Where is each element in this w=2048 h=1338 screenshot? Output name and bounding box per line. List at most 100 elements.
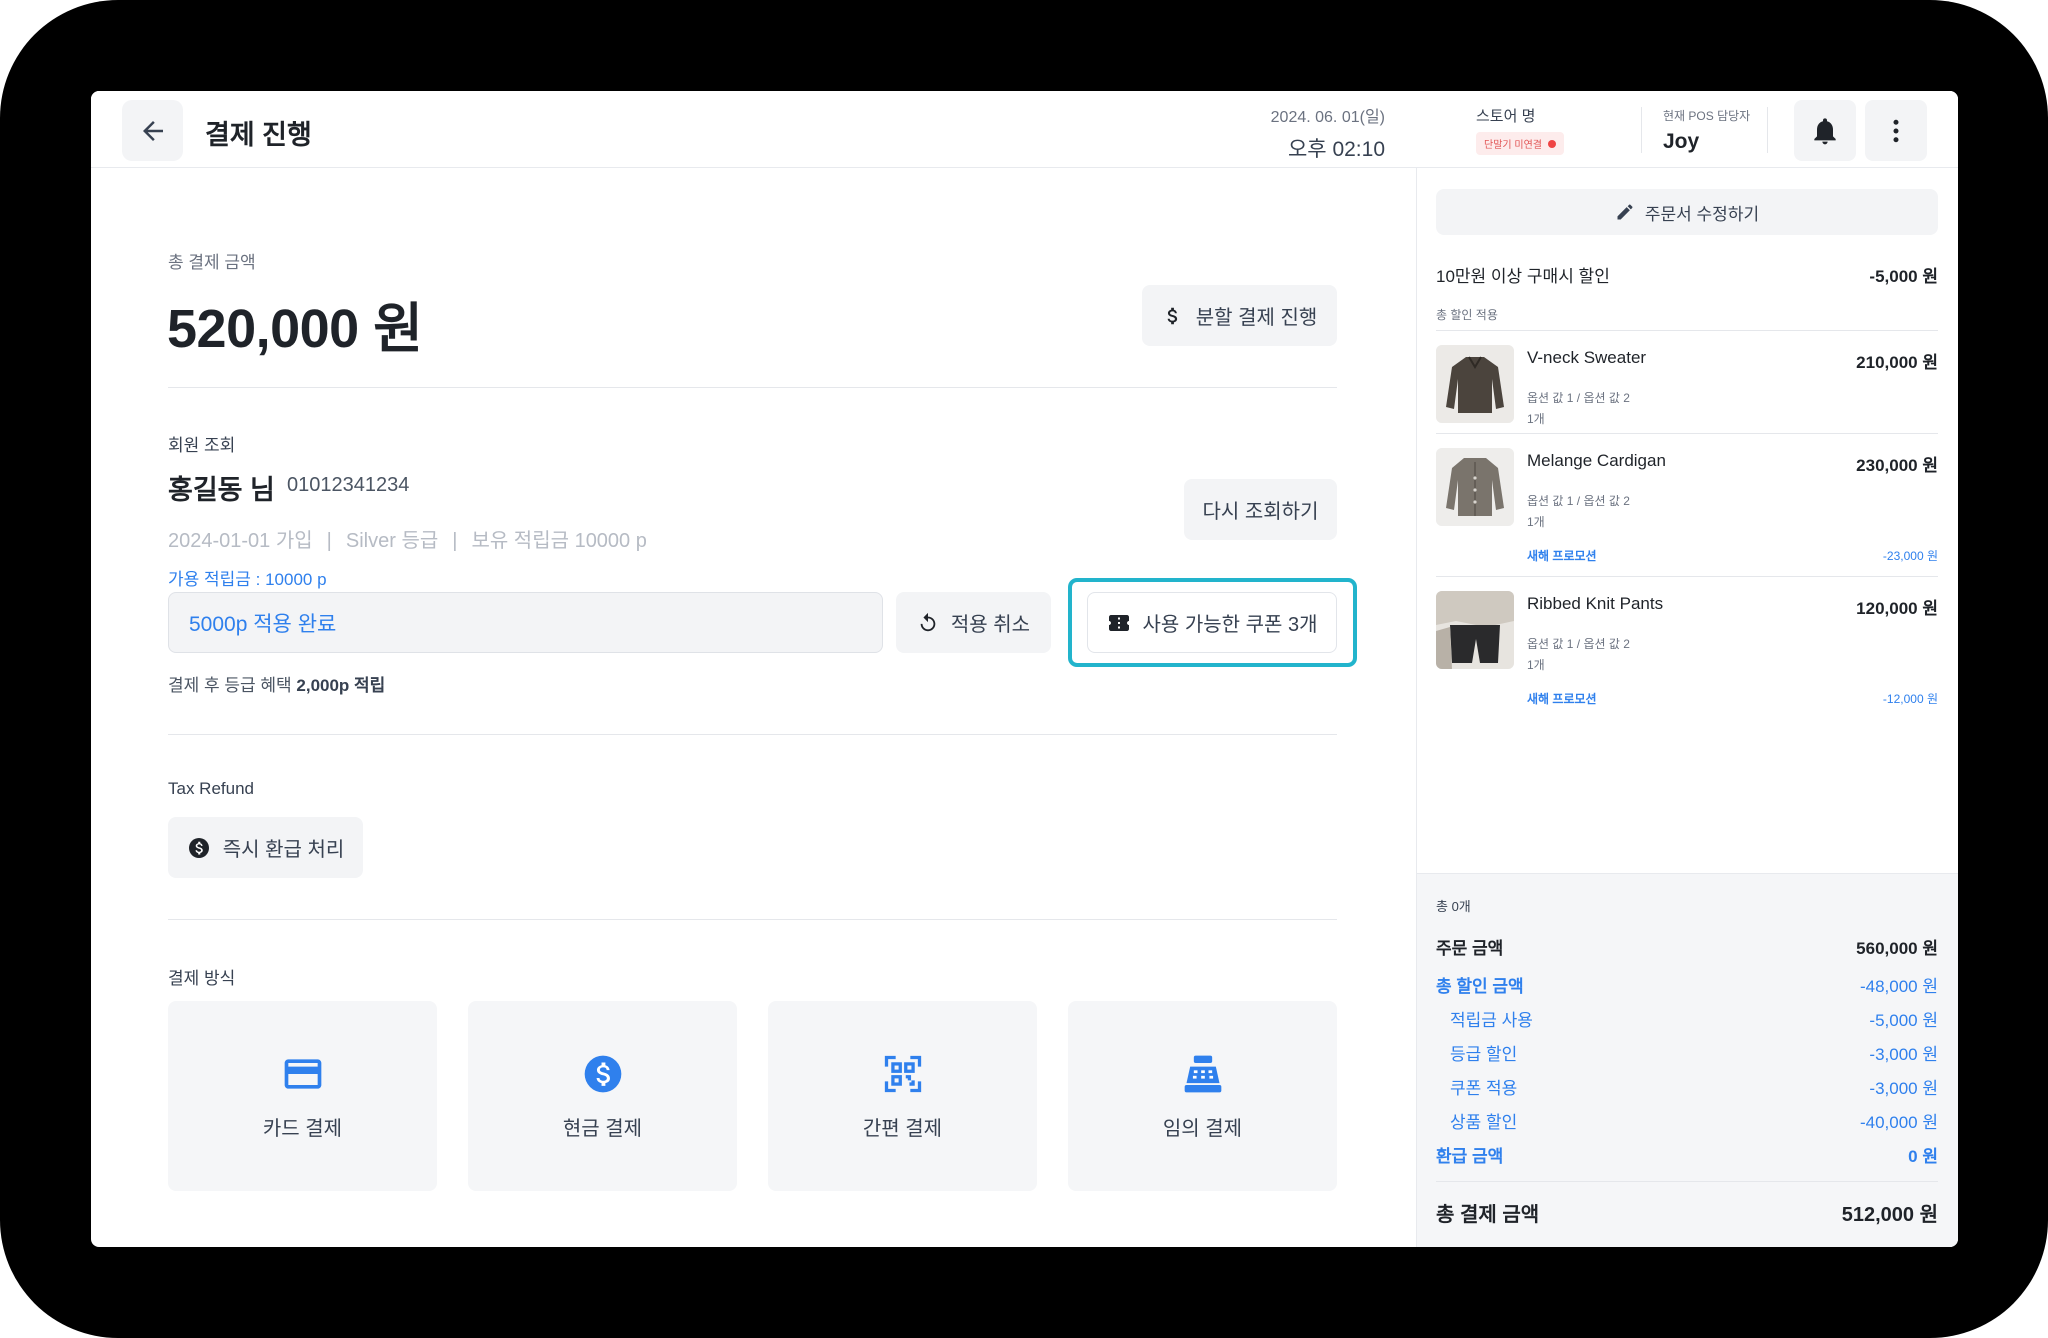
cash-payment-label: 현금 결제 (562, 1117, 643, 1140)
available-coupons-label: 사용 가능한 쿠폰 3개 (1142, 614, 1318, 636)
panel-divider (1436, 576, 1938, 577)
points-discount-value: -5,000 원 (1869, 1011, 1938, 1030)
tax-refund-label: Tax Refund (168, 779, 254, 798)
terminal-status-badge: 단말기 미연결 (1476, 132, 1564, 155)
order-promo-amount: -5,000 원 (1869, 267, 1938, 286)
member-name: 홍길동 님 (168, 475, 275, 505)
total-amount: 520,000 원 (167, 299, 423, 359)
grade-discount-label: 등급 할인 (1450, 1045, 1518, 1064)
refund-value: 0 원 (1908, 1147, 1938, 1166)
split-payment-label: 분할 결제 진행 (1195, 307, 1318, 329)
card-payment-button[interactable]: 카드 결제 (168, 1001, 437, 1191)
discount-total-row: 총 할인 금액 -48,000 원 (1436, 972, 1938, 997)
requery-member-button[interactable]: 다시 조회하기 (1184, 479, 1337, 540)
item-quantity: 1개 (1527, 412, 1545, 426)
more-menu-button[interactable] (1865, 100, 1927, 161)
staff-info: 현재 POS 담당자 Joy (1663, 107, 1750, 154)
grade-benefit-value: 2,000p 적립 (296, 676, 386, 695)
grade-discount-row: 등급 할인 -3,000 원 (1436, 1040, 1938, 1065)
item-name: Ribbed Knit Pants (1527, 594, 1664, 613)
terminal-status-text: 단말기 미연결 (1484, 140, 1542, 151)
ticket-icon (1108, 614, 1129, 631)
section-divider (168, 387, 1337, 388)
member-section-label: 회원 조회 (168, 436, 236, 455)
product-thumbnail (1436, 591, 1514, 669)
payment-method-label: 결제 방식 (168, 969, 236, 988)
grade-benefit: 결제 후 등급 혜택 2,000p 적립 (168, 671, 385, 696)
order-promo-name: 10만원 이상 구매시 할인 (1436, 267, 1610, 286)
product-discount-row: 상품 할인 -40,000 원 (1436, 1108, 1938, 1133)
section-divider (168, 734, 1337, 735)
undo-icon (920, 612, 936, 631)
product-thumbnail (1436, 448, 1514, 526)
dollar-circle-icon (188, 837, 209, 858)
item-price: 230,000 원 (1856, 456, 1938, 475)
cash-payment-button[interactable]: 현금 결제 (468, 1001, 737, 1191)
order-summary-panel: 주문서 수정하기 10만원 이상 구매시 할인 -5,000 원 총 할인 적용… (1416, 168, 1958, 1247)
cancel-points-label: 적용 취소 (950, 614, 1031, 636)
current-time: 오후 02:10 (1287, 138, 1385, 161)
member-details: 2024-01-01 가입 | Silver 등급 | 보유 적립금 10000 p (168, 530, 647, 552)
item-name: Melange Cardigan (1527, 451, 1666, 470)
summary-divider (1436, 1181, 1938, 1182)
discount-total-label: 총 할인 금액 (1436, 977, 1524, 996)
item-price: 120,000 원 (1856, 599, 1938, 618)
edit-order-button[interactable]: 주문서 수정하기 (1436, 189, 1938, 235)
top-bar: 결제 진행 2024. 06. 01(일) 오후 02:10 스토어 명 단말기… (91, 91, 1958, 168)
panel-divider (1436, 433, 1938, 434)
points-discount-row: 적립금 사용 -5,000 원 (1436, 1006, 1938, 1031)
header-divider (1767, 107, 1768, 153)
item-promo-name: 새해 프로모션 (1527, 549, 1597, 563)
notification-button[interactable] (1794, 100, 1856, 161)
split-payment-button[interactable]: 분할 결제 진행 (1142, 285, 1337, 346)
order-promo-subtext: 총 할인 적용 (1436, 308, 1498, 322)
product-thumbnail (1436, 345, 1514, 423)
device-frame: 결제 진행 2024. 06. 01(일) 오후 02:10 스토어 명 단말기… (0, 0, 2048, 1338)
member-phone: 01012341234 (287, 474, 410, 496)
item-options: 옵션 값 1 / 옵션 값 2 (1527, 391, 1630, 405)
item-name: V-neck Sweater (1527, 348, 1647, 367)
refund-label: 환급 금액 (1436, 1147, 1504, 1166)
more-vertical-icon (1893, 119, 1899, 142)
coupon-discount-value: -3,000 원 (1869, 1079, 1938, 1098)
order-amount-label: 주문 금액 (1436, 939, 1504, 958)
easy-payment-button[interactable]: 간편 결제 (768, 1001, 1037, 1191)
pencil-icon (1617, 204, 1633, 220)
item-promo-name: 새해 프로모션 (1527, 692, 1597, 706)
price-summary: 총 0개 주문 금액 560,000 원 총 할인 금액 -48,000 원 적… (1417, 873, 1958, 1247)
item-promo-amount: -12,000 원 (1882, 692, 1938, 706)
item-count: 총 0개 (1436, 899, 1471, 914)
payment-main: 총 결제 금액 520,000 원 분할 결제 진행 회원 조회 홍길동 님 0… (91, 168, 1416, 1247)
grade-benefit-prefix: 결제 후 등급 혜택 (168, 676, 292, 695)
discount-total-value: -48,000 원 (1859, 977, 1938, 996)
product-discount-value: -40,000 원 (1859, 1113, 1938, 1132)
member-joined: 2024-01-01 가입 (168, 530, 313, 552)
back-button[interactable] (122, 100, 183, 161)
item-promo-amount: -23,000 원 (1882, 549, 1938, 563)
available-points: 가용 적립금 : 10000 p (168, 570, 327, 589)
edit-order-label: 주문서 수정하기 (1644, 204, 1760, 224)
order-amount-value: 560,000 원 (1856, 939, 1938, 958)
final-total-row: 총 결제 금액 512,000 원 (1436, 1198, 1938, 1227)
order-amount-row: 주문 금액 560,000 원 (1436, 934, 1938, 959)
coupon-discount-row: 쿠폰 적용 -3,000 원 (1436, 1074, 1938, 1099)
instant-refund-button[interactable]: 즉시 환급 처리 (168, 817, 363, 878)
qr-code-icon (884, 1055, 921, 1092)
manual-payment-button[interactable]: 임의 결제 (1068, 1001, 1337, 1191)
manual-payment-label: 임의 결제 (1162, 1117, 1243, 1140)
item-options: 옵션 값 1 / 옵션 값 2 (1527, 637, 1630, 651)
grade-discount-value: -3,000 원 (1869, 1045, 1938, 1064)
card-payment-label: 카드 결제 (262, 1117, 343, 1140)
item-price: 210,000 원 (1856, 353, 1938, 372)
cash-register-icon (1184, 1055, 1221, 1092)
item-quantity: 1개 (1527, 515, 1545, 529)
status-dot-icon (1547, 139, 1556, 148)
available-coupons-button[interactable]: 사용 가능한 쿠폰 3개 (1087, 592, 1337, 653)
bell-icon (1814, 117, 1836, 144)
points-input[interactable]: 5000p 적용 완료 (168, 592, 883, 653)
easy-payment-label: 간편 결제 (862, 1117, 943, 1140)
screen: 결제 진행 2024. 06. 01(일) 오후 02:10 스토어 명 단말기… (91, 91, 1958, 1247)
cancel-points-button[interactable]: 적용 취소 (896, 592, 1051, 653)
refund-row: 환급 금액 0 원 (1436, 1142, 1938, 1167)
header-divider (1641, 107, 1642, 153)
